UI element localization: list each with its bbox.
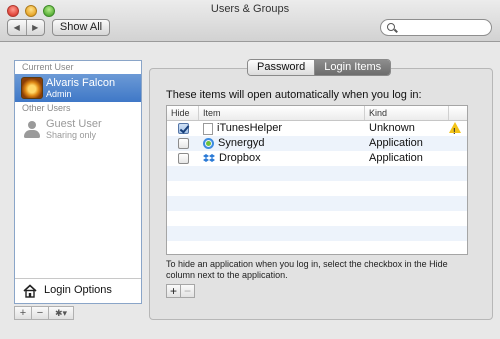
house-icon [23,284,37,298]
hide-checkbox[interactable] [177,138,189,149]
hide-checkbox[interactable] [177,153,189,164]
user-item-alvaris-falcon[interactable]: Alvaris Falcon Admin [15,74,141,102]
users-sidebar: Current User Alvaris Falcon Admin Other … [14,60,142,304]
window-title: Users & Groups [210,3,290,15]
user-item-guest[interactable]: Guest User Sharing only [15,115,141,143]
login-options-label: Login Options [44,284,112,296]
sidebar-button-bar: + − ✱▾ [14,306,74,320]
dropbox-icon [203,153,215,164]
column-header-status [449,106,467,120]
show-all-button[interactable]: Show All [52,19,110,36]
empty-row [167,196,467,211]
forward-arrow-icon[interactable]: ▶ [27,20,45,35]
add-login-item-button[interactable]: + [166,284,181,298]
login-items-button-bar: + − [166,284,195,298]
synergy-icon [203,138,214,149]
current-user-section-label: Current User [22,62,74,72]
action-menu-button[interactable]: ✱▾ [48,306,74,320]
table-row[interactable]: Synergyd Application [167,136,467,151]
title-bar: Users & Groups ◀ ▶ Show All [0,0,500,42]
table-row[interactable]: Dropbox Application [167,151,467,166]
item-name: iTunesHelper [217,122,283,134]
item-name: Dropbox [219,152,261,164]
remove-user-button[interactable]: − [31,306,49,320]
table-header: Hide Item Kind [167,106,467,121]
column-header-kind[interactable]: Kind [365,106,449,120]
tab-password[interactable]: Password [248,60,316,75]
item-name: Synergyd [218,137,265,149]
add-user-button[interactable]: + [14,306,32,320]
hide-checkbox[interactable] [177,123,189,134]
person-icon [21,118,43,140]
falcon-avatar [21,77,43,99]
search-icon [387,23,395,31]
other-users-section-label: Other Users [22,103,71,113]
column-header-item[interactable]: Item [199,106,365,120]
item-kind: Application [369,137,423,149]
search-field[interactable] [380,19,492,36]
login-options-item[interactable]: Login Options [15,278,141,303]
back-arrow-icon[interactable]: ◀ [8,20,27,35]
tab-login-items[interactable]: Login Items [315,60,391,75]
table-row[interactable]: iTunesHelper Unknown [167,121,467,139]
empty-row [167,241,467,254]
item-kind: Unknown [369,122,415,134]
back-forward-control[interactable]: ◀ ▶ [7,19,45,36]
user-role: Sharing only [46,130,97,140]
warning-icon [449,122,461,139]
empty-row [167,166,467,181]
user-role: Admin [46,89,72,99]
login-items-table: Hide Item Kind iTunesHelper Unknown Syne… [166,105,468,255]
column-header-hide[interactable]: Hide [167,106,199,120]
empty-row [167,181,467,196]
empty-row [167,226,467,241]
tab-bar: Password Login Items [247,59,392,76]
remove-login-item-button[interactable]: − [180,284,195,298]
item-kind: Application [369,152,423,164]
user-name: Guest User [46,118,102,130]
login-items-intro: These items will open automatically when… [166,89,422,101]
user-name: Alvaris Falcon [46,77,116,89]
help-text: To hide an application when you log in, … [166,259,448,280]
document-icon [203,122,213,135]
empty-row [167,211,467,226]
